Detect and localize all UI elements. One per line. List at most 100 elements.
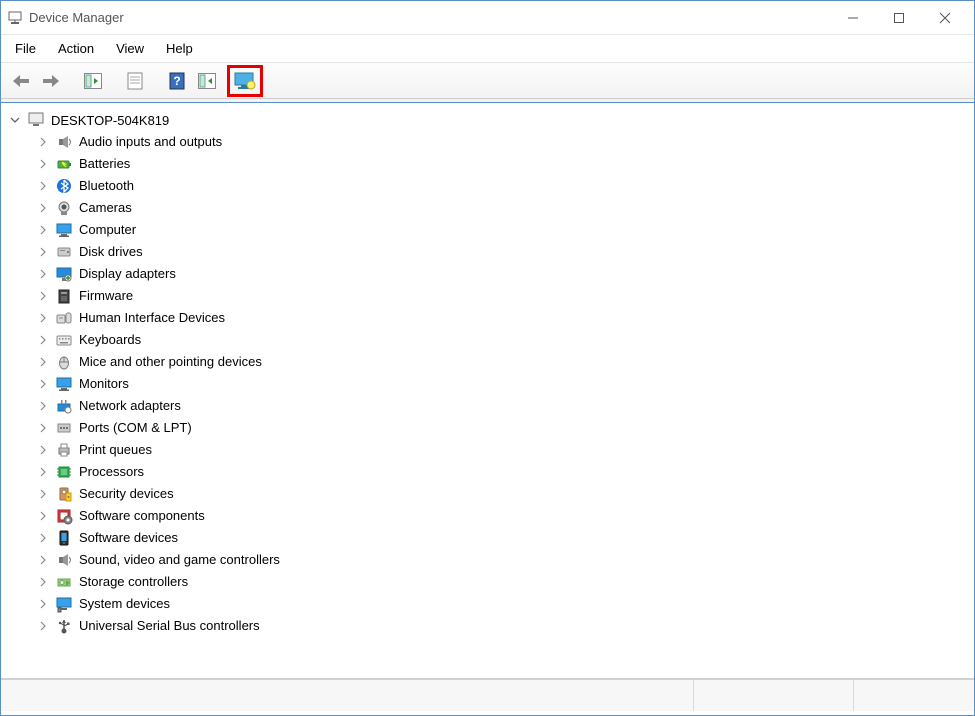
battery-icon	[55, 155, 73, 173]
tree-item[interactable]: Monitors	[37, 373, 966, 395]
speaker-icon	[55, 133, 73, 151]
usb-icon	[55, 617, 73, 635]
expander-right-icon[interactable]	[37, 488, 49, 500]
tree-item[interactable]: Computer	[37, 219, 966, 241]
tree-item-label: Audio inputs and outputs	[79, 132, 222, 152]
tree-item[interactable]: Network adapters	[37, 395, 966, 417]
expander-right-icon[interactable]	[37, 334, 49, 346]
maximize-button[interactable]	[876, 3, 922, 33]
tree-item-label: Computer	[79, 220, 136, 240]
tree-item-label: Sound, video and game controllers	[79, 550, 280, 570]
back-button[interactable]	[9, 69, 33, 93]
expander-right-icon[interactable]	[37, 312, 49, 324]
tree-item-label: Disk drives	[79, 242, 143, 262]
svg-text:?: ?	[173, 74, 180, 88]
port-icon	[55, 419, 73, 437]
properties-button[interactable]	[123, 69, 147, 93]
expander-right-icon[interactable]	[37, 532, 49, 544]
system-device-icon	[55, 595, 73, 613]
menu-help[interactable]: Help	[164, 39, 195, 58]
tree-item[interactable]: Processors	[37, 461, 966, 483]
close-button[interactable]	[922, 3, 968, 33]
show-hide-console-tree-button[interactable]	[81, 69, 105, 93]
tree-item[interactable]: Keyboards	[37, 329, 966, 351]
tree-item-label: Processors	[79, 462, 144, 482]
menu-view[interactable]: View	[114, 39, 146, 58]
hid-icon	[55, 309, 73, 327]
expander-right-icon[interactable]	[37, 554, 49, 566]
tree-item[interactable]: Firmware	[37, 285, 966, 307]
menu-file[interactable]: File	[13, 39, 38, 58]
storage-controller-icon	[55, 573, 73, 591]
tree-item[interactable]: Bluetooth	[37, 175, 966, 197]
tree-item-label: Keyboards	[79, 330, 141, 350]
printer-icon	[55, 441, 73, 459]
tree-item-label: Display adapters	[79, 264, 176, 284]
tree-item[interactable]: System devices	[37, 593, 966, 615]
expander-right-icon[interactable]	[37, 224, 49, 236]
expander-right-icon[interactable]	[37, 268, 49, 280]
mouse-icon	[55, 353, 73, 371]
help-button[interactable]: ?	[165, 69, 189, 93]
expander-right-icon[interactable]	[37, 246, 49, 258]
expander-right-icon[interactable]	[37, 598, 49, 610]
tree-item[interactable]: Batteries	[37, 153, 966, 175]
forward-button[interactable]	[39, 69, 63, 93]
speaker-icon	[55, 551, 73, 569]
display-adapter-icon	[55, 265, 73, 283]
titlebar: Device Manager	[1, 1, 974, 35]
tree-item[interactable]: Cameras	[37, 197, 966, 219]
scan-hardware-button[interactable]	[195, 69, 219, 93]
expander-right-icon[interactable]	[37, 202, 49, 214]
tree-item[interactable]: Security devices	[37, 483, 966, 505]
tree-item-label: System devices	[79, 594, 170, 614]
tree-item-label: Human Interface Devices	[79, 308, 225, 328]
tree-item[interactable]: Print queues	[37, 439, 966, 461]
expander-right-icon[interactable]	[37, 158, 49, 170]
tree-item[interactable]: Software components	[37, 505, 966, 527]
expander-right-icon[interactable]	[37, 356, 49, 368]
computer-root-icon	[27, 111, 45, 129]
tree-item[interactable]: Storage controllers	[37, 571, 966, 593]
expander-right-icon[interactable]	[37, 400, 49, 412]
expander-right-icon[interactable]	[37, 422, 49, 434]
tree-item[interactable]: Display adapters	[37, 263, 966, 285]
tree-item[interactable]: Human Interface Devices	[37, 307, 966, 329]
add-legacy-hardware-button-highlighted[interactable]	[227, 65, 263, 97]
window-title: Device Manager	[29, 10, 830, 25]
tree-item[interactable]: Mice and other pointing devices	[37, 351, 966, 373]
tree-root-node[interactable]: DESKTOP-504K819	[9, 109, 966, 131]
expander-right-icon[interactable]	[37, 620, 49, 632]
expander-down-icon[interactable]	[9, 114, 21, 126]
expander-right-icon[interactable]	[37, 444, 49, 456]
menu-action[interactable]: Action	[56, 39, 96, 58]
expander-right-icon[interactable]	[37, 576, 49, 588]
firmware-icon	[55, 287, 73, 305]
tree-item[interactable]: Software devices	[37, 527, 966, 549]
expander-right-icon[interactable]	[37, 466, 49, 478]
expander-right-icon[interactable]	[37, 510, 49, 522]
monitor-icon	[55, 221, 73, 239]
statusbar-cell-1	[1, 680, 694, 711]
expander-right-icon[interactable]	[37, 180, 49, 192]
tree-item-label: Monitors	[79, 374, 129, 394]
expander-right-icon[interactable]	[37, 136, 49, 148]
tree-item-label: Software components	[79, 506, 205, 526]
expander-right-icon[interactable]	[37, 290, 49, 302]
tree-item[interactable]: Ports (COM & LPT)	[37, 417, 966, 439]
tree-item-label: Bluetooth	[79, 176, 134, 196]
expander-right-icon[interactable]	[37, 378, 49, 390]
security-icon	[55, 485, 73, 503]
window-controls	[830, 3, 968, 33]
tree-item[interactable]: Sound, video and game controllers	[37, 549, 966, 571]
minimize-button[interactable]	[830, 3, 876, 33]
tree-item[interactable]: Disk drives	[37, 241, 966, 263]
device-tree[interactable]: DESKTOP-504K819 Audio inputs and outputs…	[1, 103, 974, 679]
bluetooth-icon	[55, 177, 73, 195]
tree-item[interactable]: Audio inputs and outputs	[37, 131, 966, 153]
tree-item[interactable]: Universal Serial Bus controllers	[37, 615, 966, 637]
menubar: File Action View Help	[1, 35, 974, 63]
cpu-icon	[55, 463, 73, 481]
tree-item-label: Firmware	[79, 286, 133, 306]
tree-item-label: Security devices	[79, 484, 174, 504]
